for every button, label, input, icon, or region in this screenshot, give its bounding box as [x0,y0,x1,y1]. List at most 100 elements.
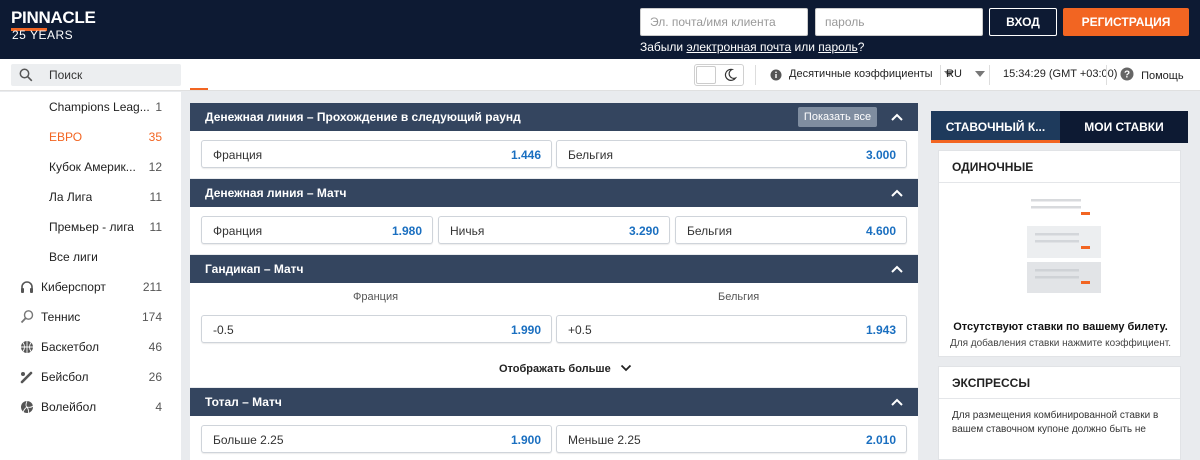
help-label: Помощь [1141,69,1184,82]
empty-betslip-title: Отсутствуют ставки по вашему билету. [953,321,1168,333]
sidebar-item-basketball[interactable]: Баскетбол 46 [0,332,181,362]
market-header[interactable]: Денежная линия – Матч [190,179,918,207]
column-label-away: Бельгия [718,291,760,303]
logo-main-text: PINNACLE [11,8,96,27]
odds-value: 3.000 [865,148,896,162]
search-icon [19,68,33,85]
toolbar: Поиск Десятичные коэффициенты RU 15:34:2… [0,59,1200,91]
odds-label: Бельгия [687,224,732,238]
sidebar-item-tennis[interactable]: Теннис 174 [0,302,181,332]
search-input[interactable]: Поиск [11,64,181,86]
sidebar-item-euro[interactable]: ЕВРО 35 [0,122,181,152]
sidebar-item-label: Кубок Америк... [49,160,136,174]
separator [1106,65,1107,85]
password-input[interactable] [815,8,983,36]
language-label: RU [946,68,962,80]
show-all-button[interactable]: Показать все [798,107,877,127]
language-select[interactable]: RU [946,68,985,80]
chevron-up-icon[interactable] [890,111,904,125]
chevron-up-icon[interactable] [890,187,904,201]
odds-value: 1.990 [510,323,541,337]
search-label: Поиск [49,68,83,82]
help-icon: ? [1120,67,1134,84]
pinnacle-logo[interactable]: PINNACLE 25 YEARS [11,9,96,41]
sidebar-item-count: 1 [155,100,162,114]
forgot-suffix: ? [857,40,865,54]
market-header[interactable]: Гандикап – Матч [190,255,918,283]
odds-format-select[interactable]: Десятичные коэффициенты [789,68,954,80]
odds-button[interactable]: Бельгия 4.600 [675,216,907,244]
help-link[interactable]: ? Помощь [1120,67,1184,84]
login-button[interactable]: ВХОД [989,8,1057,36]
market-title: Тотал – Матч [205,395,282,409]
odds-label: Франция [213,148,263,162]
register-button[interactable]: РЕГИСТРАЦИЯ [1063,8,1189,36]
active-tab-indicator [190,88,208,90]
odds-button[interactable]: Меньше 2.25 2.010 [556,425,907,453]
sidebar-item-esports[interactable]: Киберспорт 211 [0,272,181,302]
baseball-icon [20,370,34,384]
betslip-panel: СТАВОЧНЫЙ К... МОИ СТАВКИ ОДИНОЧНЫЕ Отсу… [931,111,1188,460]
sidebar-item-count: 46 [148,340,162,354]
sidebar-item-la-liga[interactable]: Ла Лига 11 [0,182,181,212]
market-body: Франция 1.446 Бельгия 3.000 [190,131,918,178]
odds-button[interactable]: Ничья 3.290 [438,216,670,244]
market-title: Гандикап – Матч [205,262,304,276]
sidebar-item-champions-league[interactable]: Champions Leag... 1 [0,92,181,122]
parlays-card: ЭКСПРЕССЫ Для размещения комбинированной… [938,366,1181,460]
odds-label: Франция [213,224,263,238]
odds-value: 1.446 [510,148,541,162]
sidebar-item-label: ЕВРО [49,130,83,144]
forgot-email-link[interactable]: электронная почта [686,40,791,54]
sidebar-item-label: Теннис [41,310,81,324]
sidebar-item-count: 211 [142,280,162,294]
sidebar-item-label: Баскетбол [41,340,99,354]
sidebar-item-volleyball[interactable]: Волейбол 4 [0,392,181,422]
tab-betslip[interactable]: СТАВОЧНЫЙ К... [931,111,1060,143]
market-header[interactable]: Тотал – Матч [190,388,918,416]
odds-label: +0.5 [568,323,592,337]
singles-card: ОДИНОЧНЫЕ Отсутствуют ставки по вашему б… [938,150,1181,357]
sidebar-item-all-leagues[interactable]: Все лиги [0,242,181,272]
clock-display: 15:34:29 (GMT +03:00) [1003,68,1118,80]
odds-value: 1.900 [510,433,541,447]
theme-toggle[interactable] [694,64,744,86]
chevron-down-icon [974,71,985,78]
sidebar-item-label: Бейсбол [41,370,89,384]
separator [989,65,990,85]
betslip-body: ОДИНОЧНЫЕ Отсутствуют ставки по вашему б… [931,143,1188,460]
markets-panel: Денежная линия – Прохождение в следующий… [190,92,918,460]
sidebar-item-baseball[interactable]: Бейсбол 26 [0,362,181,392]
tab-my-bets[interactable]: МОИ СТАВКИ [1060,111,1188,143]
odds-button[interactable]: Больше 2.25 1.900 [201,425,552,453]
chevron-up-icon[interactable] [890,263,904,277]
odds-label: Больше 2.25 [213,433,284,447]
email-input[interactable] [640,8,808,36]
singles-title: ОДИНОЧНЫЕ [939,151,1180,183]
logo-sub-text: 25 YEARS [12,28,74,42]
betslip-tabs: СТАВОЧНЫЙ К... МОИ СТАВКИ [931,111,1188,143]
svg-text:?: ? [1124,70,1130,81]
empty-betslip-icon [1021,193,1101,296]
show-more-link[interactable]: Отображать больше [499,363,632,375]
volleyball-icon [20,400,34,414]
forgot-credentials: Забыли электронная почта или пароль? [640,40,864,54]
market-header[interactable]: Денежная линия – Прохождение в следующий… [190,103,918,131]
odds-button[interactable]: +0.5 1.943 [556,315,907,343]
market-body: Больше 2.25 1.900 Меньше 2.25 2.010 [190,416,918,460]
parlays-hint: Для размещения комбинированной ставки в … [952,410,1159,435]
empty-betslip-hint: Для добавления ставки нажмите коэффициен… [949,338,1171,349]
forgot-password-link[interactable]: пароль [818,40,858,54]
odds-button[interactable]: Франция 1.980 [201,216,433,244]
odds-format-label: Десятичные коэффициенты [789,68,933,80]
chevron-down-icon [620,363,632,375]
sidebar-item-premier-league[interactable]: Премьер - лига 11 [0,212,181,242]
odds-button[interactable]: -0.5 1.990 [201,315,552,343]
sidebar-item-label: Ла Лига [49,190,93,204]
sidebar-item-copa-america[interactable]: Кубок Америк... 12 [0,152,181,182]
odds-button[interactable]: Бельгия 3.000 [556,140,907,168]
odds-button[interactable]: Франция 1.446 [201,140,552,168]
odds-value: 4.600 [865,224,896,238]
chevron-up-icon[interactable] [890,396,904,410]
sidebar-item-count: 26 [148,370,162,384]
